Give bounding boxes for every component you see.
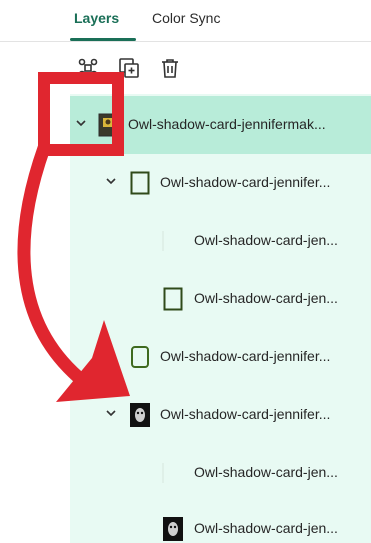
layer-row[interactable]: Owl-shadow-card-jen... — [70, 444, 371, 502]
panel-tabs: Layers Color Sync — [0, 0, 371, 42]
outline-thumbnail — [163, 287, 183, 311]
layer-row[interactable]: Owl-shadow-card-jen... — [70, 270, 371, 328]
layers-toolbar — [0, 42, 371, 94]
layer-name: Owl-shadow-card-jen... — [194, 464, 338, 480]
layer-name: Owl-shadow-card-jennifer... — [160, 406, 331, 422]
layer-row[interactable]: Owl-shadow-card-jen... — [70, 212, 371, 270]
blank-thumbnail — [162, 229, 182, 253]
layer-name: Owl-shadow-card-jennifer... — [160, 348, 331, 364]
blank-thumbnail — [162, 461, 182, 485]
layer-name: Owl-shadow-card-jen... — [194, 232, 338, 248]
active-tab-indicator — [70, 38, 136, 41]
layer-row[interactable]: Owl-shadow-card-jen... — [70, 500, 371, 543]
layer-name: Owl-shadow-card-jennifer... — [160, 174, 331, 190]
layer-name: Owl-shadow-card-jennifermak... — [128, 116, 326, 132]
chevron-down-icon[interactable] — [104, 174, 118, 188]
layer-name: Owl-shadow-card-jen... — [194, 520, 338, 536]
owl-image-thumbnail — [130, 403, 150, 427]
image-thumbnail — [98, 113, 118, 137]
duplicate-icon[interactable] — [117, 56, 141, 80]
layer-name: Owl-shadow-card-jen... — [194, 290, 338, 306]
layer-row[interactable]: Owl-shadow-card-jennifer... — [70, 328, 371, 386]
tab-color-sync[interactable]: Color Sync — [152, 10, 220, 26]
chevron-down-icon[interactable] — [104, 406, 118, 420]
layer-row[interactable]: Owl-shadow-card-jennifer... — [70, 386, 371, 444]
tab-layers[interactable]: Layers — [74, 10, 119, 26]
layer-row[interactable]: Owl-shadow-card-jennifer... — [70, 154, 371, 212]
layer-row[interactable]: Owl-shadow-card-jennifermak... — [70, 96, 371, 154]
delete-icon[interactable] — [158, 56, 182, 80]
chevron-down-icon[interactable] — [74, 116, 88, 130]
outline-thumbnail — [130, 171, 150, 195]
rounded-outline-thumbnail — [130, 345, 150, 369]
group-layers-icon[interactable] — [76, 56, 100, 80]
owl-image-thumbnail — [163, 517, 183, 541]
